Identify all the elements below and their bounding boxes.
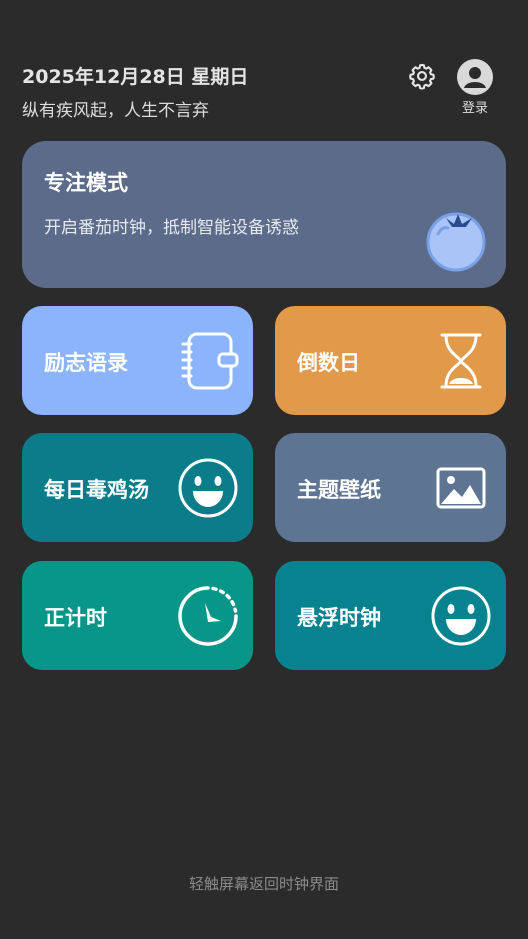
tile-label: 倒数日	[297, 351, 360, 375]
focus-mode-card[interactable]: 专注模式 开启番茄时钟，抵制智能设备诱惑	[22, 141, 506, 288]
tile-countdown-days[interactable]: 倒数日	[275, 306, 506, 415]
focus-mode-subtitle: 开启番茄时钟，抵制智能设备诱惑	[44, 218, 299, 238]
notebook-icon	[181, 332, 239, 390]
header: 2025年12月28日 星期日 纵有疾风起，人生不言弃 登录	[22, 59, 506, 122]
image-icon	[436, 467, 486, 509]
tile-label: 悬浮时钟	[297, 606, 381, 630]
avatar-icon[interactable]	[457, 59, 493, 95]
smiley-icon	[178, 458, 238, 518]
motto-text: 纵有疾风起，人生不言弃	[22, 101, 209, 121]
login-label[interactable]: 登录	[452, 97, 498, 116]
focus-mode-title: 专注模式	[44, 171, 128, 195]
tile-label: 主题壁纸	[297, 478, 381, 502]
tile-floating-clock[interactable]: 悬浮时钟	[275, 561, 506, 670]
tile-label: 每日毒鸡汤	[44, 478, 149, 502]
date-text: 2025年12月28日 星期日	[22, 66, 249, 88]
hourglass-icon	[440, 333, 482, 389]
tap-to-return-hint[interactable]: 轻触屏幕返回时钟界面	[0, 873, 528, 894]
smiley-icon	[431, 586, 491, 646]
stopwatch-icon	[178, 586, 238, 646]
tile-theme-wallpaper[interactable]: 主题壁纸	[275, 433, 506, 542]
tomato-icon	[426, 212, 486, 272]
settings-gear-icon[interactable]	[408, 62, 436, 90]
tile-label: 正计时	[44, 606, 107, 630]
tile-motivational-quotes[interactable]: 励志语录	[22, 306, 253, 415]
tile-daily-toxic-soup[interactable]: 每日毒鸡汤	[22, 433, 253, 542]
tile-count-up-timer[interactable]: 正计时	[22, 561, 253, 670]
tile-label: 励志语录	[44, 351, 128, 375]
